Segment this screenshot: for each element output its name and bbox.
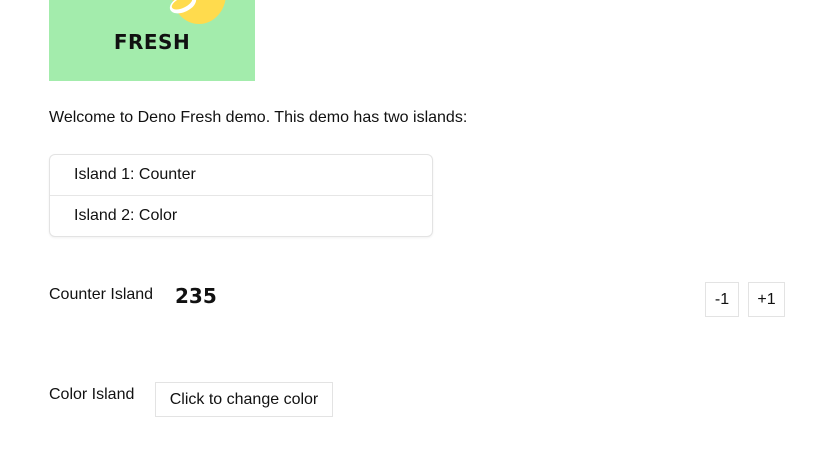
intro-text: Welcome to Deno Fresh demo. This demo ha…: [49, 109, 468, 126]
change-color-button[interactable]: Click to change color: [155, 382, 333, 417]
fresh-logo: FRESH: [49, 0, 255, 81]
counter-island-label: Counter Island: [49, 286, 154, 303]
island-item-color[interactable]: Island 2: Color: [50, 195, 432, 236]
island-list: Island 1: Counter Island 2: Color: [49, 154, 433, 237]
increment-button[interactable]: +1: [748, 282, 785, 317]
logo-wordmark: FRESH: [113, 30, 191, 54]
decrement-button[interactable]: -1: [705, 282, 739, 317]
color-island-label: Color Island: [49, 386, 135, 403]
island-item-counter[interactable]: Island 1: Counter: [50, 155, 432, 195]
page: FRESH Welcome to Deno Fresh demo. This d…: [0, 0, 822, 468]
counter-value: 235: [175, 284, 217, 308]
